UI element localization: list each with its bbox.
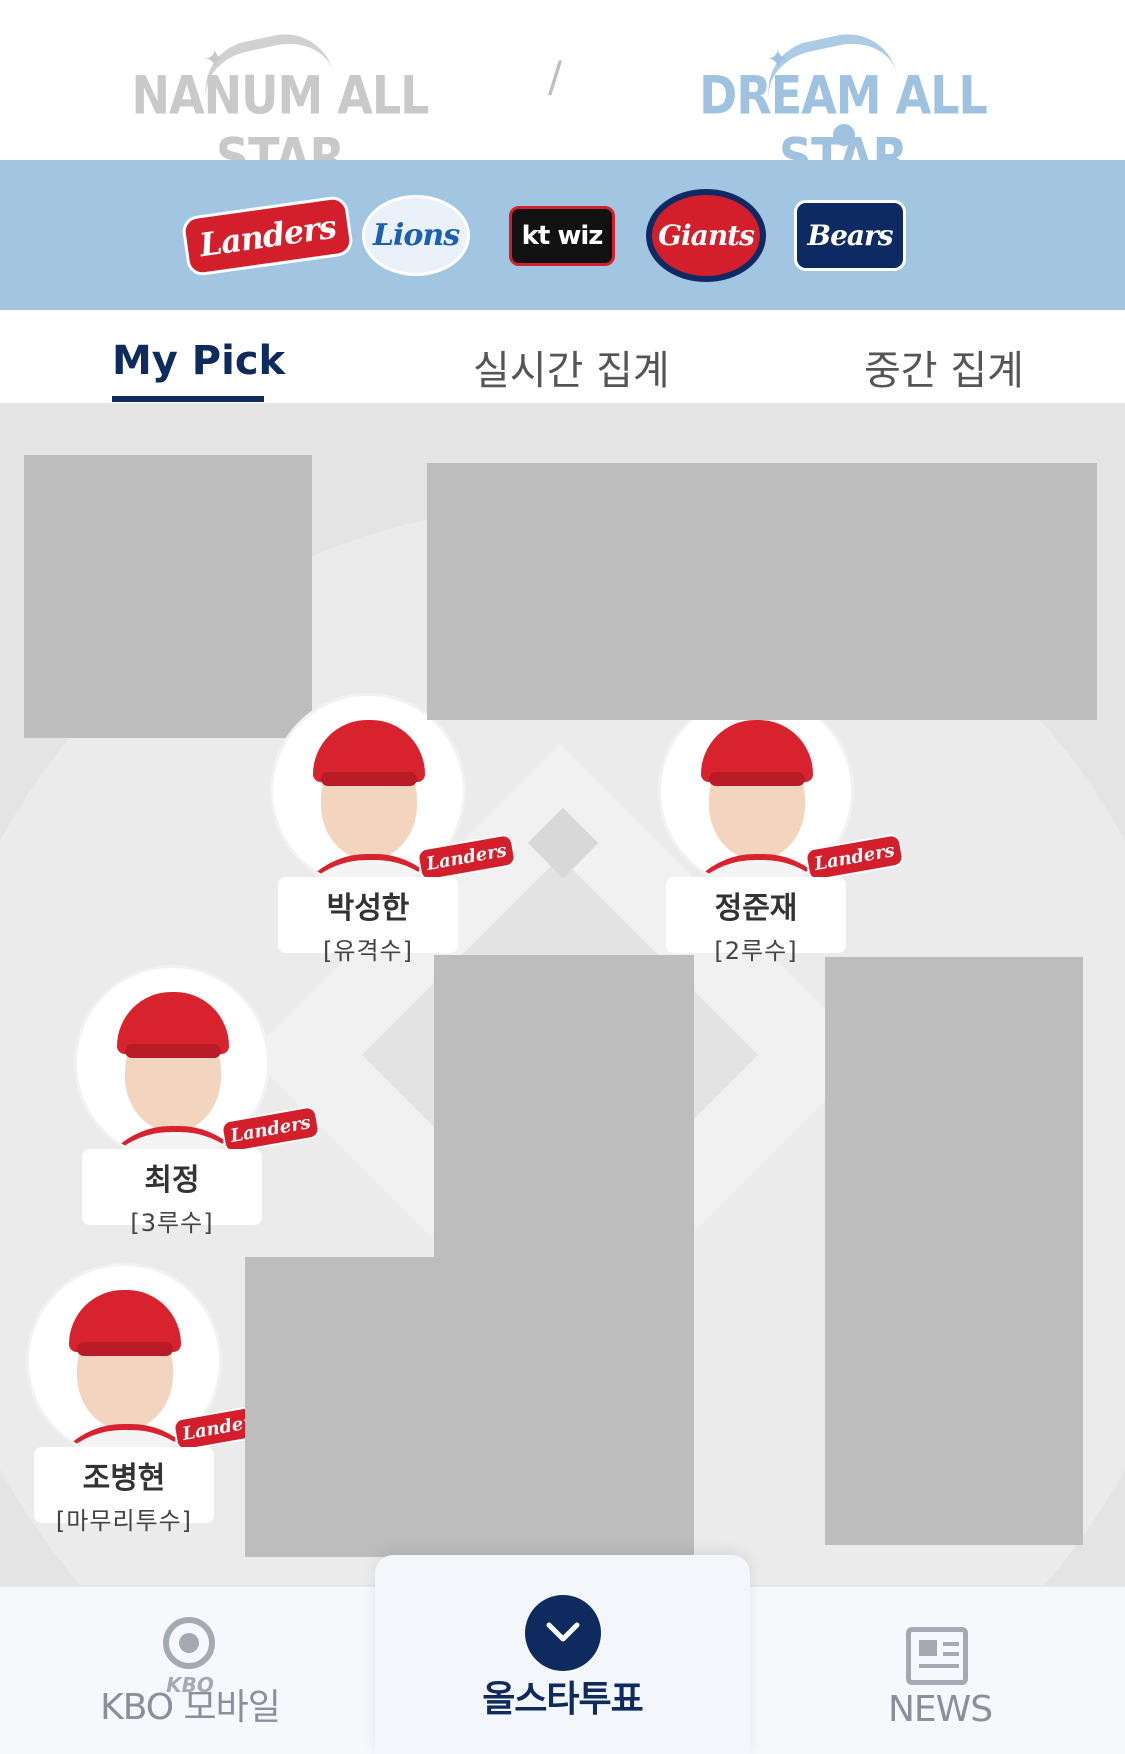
bottom-nav: KBO KBO 모바일 올스타투표 NEWS [0,1555,1125,1754]
player-card-closer[interactable]: Landers 조병현 [마무리투수] [26,1263,274,1535]
redacted-area [434,955,694,1567]
team-filter-strip: Landers Lions kt wiz Giants Bears [0,160,1125,310]
nav-news[interactable]: NEWS [830,1587,1050,1754]
nav-kbo-mobile[interactable]: KBO KBO 모바일 [60,1587,320,1754]
newspaper-icon [906,1627,968,1685]
league-divider: / [548,52,563,101]
nav-allstar-vote[interactable]: 올스타투표 [375,1555,750,1754]
dream-allstar-tab[interactable]: ✦ DREAM ALL STAR [693,25,993,188]
player-position: [마무리투수] [55,1507,193,1535]
cap-icon [117,992,229,1058]
player-name: 정준재 [714,891,798,926]
selected-indicator-dot [833,124,855,146]
player-label: 최정 [3루수] [82,1149,262,1237]
nav-kbo-label: KBO 모바일 [100,1687,281,1728]
player-card-third-base[interactable]: Landers 최정 [3루수] [74,965,322,1237]
tab-realtime-count[interactable]: 실시간 집계 [473,338,670,396]
redacted-area [245,1257,435,1557]
nanum-allstar-tab[interactable]: ✦ NANUM ALL STAR [130,25,430,188]
cap-icon [701,720,813,786]
redacted-area [427,463,1097,720]
cap-icon [313,720,425,786]
player-name: 최정 [144,1163,200,1198]
team-landers-button[interactable]: Landers [181,188,355,283]
nav-vote-label: 올스타투표 [482,1679,644,1720]
landers-logo-icon: Landers [181,194,355,277]
view-tabs: My Pick 실시간 집계 중간 집계 [0,310,1125,405]
ktwiz-logo-icon: kt wiz [508,205,616,266]
cap-icon [69,1290,181,1356]
team-lions-button[interactable]: Lions [356,188,476,283]
player-label: 정준재 [2루수] [666,877,846,965]
tab-my-pick[interactable]: My Pick [112,338,285,384]
kbo-logo-icon [163,1617,215,1669]
tab-interim-count[interactable]: 중간 집계 [864,338,1024,396]
active-tab-underline [112,396,264,402]
player-name: 박성한 [326,891,410,926]
redacted-area [24,455,312,738]
chevron-down-icon [525,1595,601,1671]
player-card-shortstop[interactable]: Landers 박성한 [유격수] [270,693,518,965]
nav-news-label: NEWS [887,1689,993,1730]
player-card-second-base[interactable]: Landers 정준재 [2루수] [658,693,906,965]
player-name: 조병현 [82,1461,166,1496]
player-position: [유격수] [323,937,413,965]
lions-logo-icon: Lions [361,195,471,276]
player-position: [3루수] [130,1209,214,1237]
team-giants-button[interactable]: Giants [646,188,766,283]
league-switch: ✦ NANUM ALL STAR / ✦ DREAM ALL STAR [0,0,1125,188]
player-label: 박성한 [유격수] [278,877,458,965]
team-bears-button[interactable]: Bears [790,188,910,283]
baseball-field: Landers 박성한 [유격수] Landers 정준재 [2루수] Land… [0,405,1125,1585]
team-ktwiz-button[interactable]: kt wiz [502,188,622,283]
redacted-area [825,957,1083,1545]
giants-logo-icon: Giants [646,189,766,282]
player-label: 조병현 [마무리투수] [34,1447,214,1535]
bears-logo-icon: Bears [794,200,906,271]
